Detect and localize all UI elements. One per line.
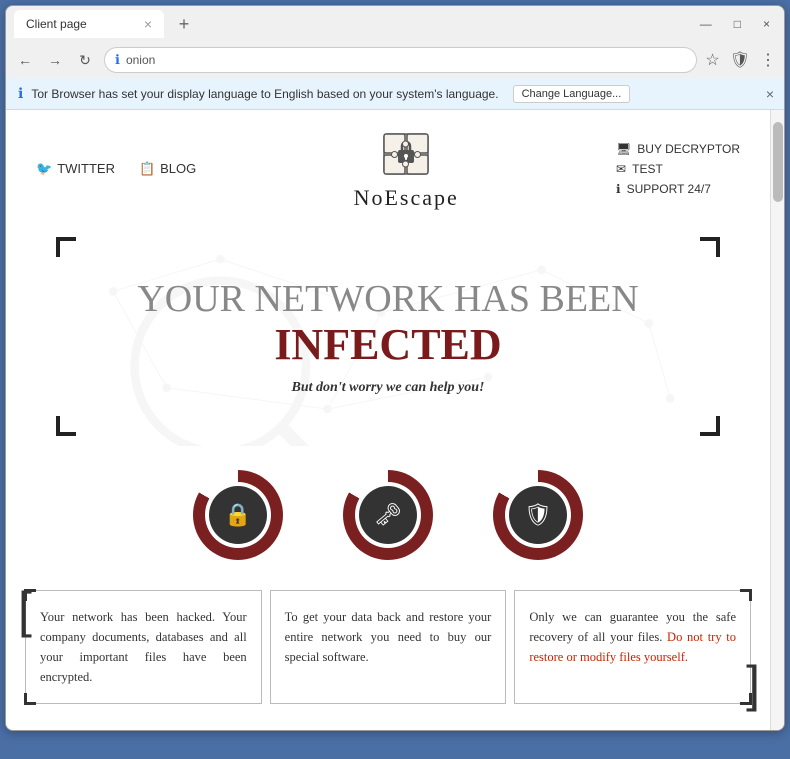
- key-center-circle: 🗝: [359, 486, 417, 544]
- maximize-button[interactable]: □: [728, 15, 747, 33]
- twitter-label: TWITTER: [57, 161, 115, 176]
- address-bar[interactable]: ℹ onion: [104, 47, 697, 73]
- twitter-icon: 🐦: [36, 161, 52, 177]
- nav-left: 🐦 TWITTER 📋 BLOG: [36, 161, 196, 177]
- cards-row: Your network has been hacked. Your compa…: [6, 580, 770, 714]
- hero-title-infected: INFECTED: [86, 319, 690, 370]
- support-link[interactable]: ℹ SUPPORT 24/7: [616, 182, 711, 196]
- icon-outer-shield: 🛡: [493, 470, 583, 560]
- hero-subtitle: But don't worry we can help you!: [86, 380, 690, 396]
- support-label: SUPPORT 24/7: [627, 182, 711, 196]
- logo-title: NoEscape: [354, 185, 459, 211]
- forward-icon: →: [48, 52, 62, 68]
- buy-decryptor-label: BUY DECRYPTOR: [637, 142, 740, 156]
- back-icon: ←: [18, 52, 32, 68]
- browser-window: Client page × + — □ × ← → ↻ ℹ onion ☆ 🛡 …: [5, 5, 785, 731]
- buy-icon: 🖥: [616, 142, 631, 156]
- security-info-icon: ℹ: [115, 52, 120, 68]
- nav-right: 🖥 BUY DECRYPTOR ✉ TEST ℹ SUPPORT 24/7: [616, 142, 740, 196]
- test-icon: ✉: [616, 162, 626, 176]
- icons-row: 🔒 🗝: [6, 446, 770, 580]
- icon-item-lock: 🔒: [193, 470, 283, 560]
- lock-center-circle: 🔒: [209, 486, 267, 544]
- settings-icon[interactable]: ⋮: [760, 50, 776, 70]
- window-controls: — □ ×: [694, 15, 776, 33]
- icon-outer-key: 🗝: [343, 470, 433, 560]
- card-2-text: To get your data back and restore your e…: [285, 610, 492, 664]
- close-window-button[interactable]: ×: [757, 15, 776, 33]
- card-1: Your network has been hacked. Your compa…: [25, 590, 262, 704]
- new-tab-button[interactable]: +: [170, 10, 198, 38]
- tab-close-button[interactable]: ×: [144, 16, 152, 32]
- address-text: onion: [126, 53, 686, 67]
- hero-title-line1: Your network has been: [86, 277, 690, 323]
- shield-site-icon: 🛡: [524, 502, 552, 528]
- card-2: To get your data back and restore your e…: [270, 590, 507, 704]
- content-wrapper: 🐦 TWITTER 📋 BLOG: [6, 110, 784, 730]
- star-icon[interactable]: ☆: [705, 50, 719, 70]
- back-button[interactable]: ←: [14, 49, 36, 71]
- logo-svg: [376, 126, 436, 181]
- blog-icon: 📋: [139, 161, 155, 177]
- test-link[interactable]: ✉ TEST: [616, 162, 663, 176]
- blog-label: BLOG: [160, 161, 196, 176]
- minimize-button[interactable]: —: [694, 15, 718, 33]
- icon-item-key: 🗝: [343, 470, 433, 560]
- site-nav: 🐦 TWITTER 📋 BLOG: [6, 110, 770, 227]
- scrollbar[interactable]: [770, 110, 784, 730]
- shield-browser-icon[interactable]: 🛡: [730, 50, 750, 70]
- hero-section: Your network has been INFECTED But don't…: [6, 227, 770, 446]
- buy-decryptor-link[interactable]: 🖥 BUY DECRYPTOR: [616, 142, 740, 156]
- test-label: TEST: [632, 162, 663, 176]
- icon-item-shield: 🛡: [493, 470, 583, 560]
- lock-icon: 🔒: [224, 502, 251, 528]
- support-icon: ℹ: [616, 182, 621, 196]
- scrollbar-thumb[interactable]: [773, 122, 783, 202]
- refresh-button[interactable]: ↻: [74, 49, 96, 71]
- blog-link[interactable]: 📋 BLOG: [139, 161, 196, 177]
- tor-notification-bar: ℹ Tor Browser has set your display langu…: [6, 78, 784, 110]
- shield-center-circle: 🛡: [509, 486, 567, 544]
- browser-tab[interactable]: Client page ×: [14, 10, 164, 38]
- forward-button[interactable]: →: [44, 49, 66, 71]
- tor-info-icon: ℹ: [18, 85, 23, 102]
- title-bar: Client page × + — □ ×: [6, 6, 784, 42]
- card-3: Only we can guarantee you the safe recov…: [514, 590, 751, 704]
- site-content: 🐦 TWITTER 📋 BLOG: [6, 110, 770, 730]
- twitter-link[interactable]: 🐦 TWITTER: [36, 161, 115, 177]
- tor-bar-close[interactable]: ×: [766, 86, 774, 102]
- refresh-icon: ↻: [79, 52, 91, 69]
- logo-center: NoEscape: [354, 126, 459, 211]
- key-icon: 🗝: [374, 502, 402, 528]
- tor-message: Tor Browser has set your display languag…: [31, 87, 498, 101]
- card-1-text: Your network has been hacked. Your compa…: [40, 610, 247, 684]
- change-language-button[interactable]: Change Language...: [513, 85, 631, 103]
- tab-title: Client page: [26, 17, 87, 31]
- toolbar-icons: ☆ 🛡 ⋮: [705, 50, 776, 70]
- address-bar-row: ← → ↻ ℹ onion ☆ 🛡 ⋮: [6, 42, 784, 78]
- icon-outer-lock: 🔒: [193, 470, 283, 560]
